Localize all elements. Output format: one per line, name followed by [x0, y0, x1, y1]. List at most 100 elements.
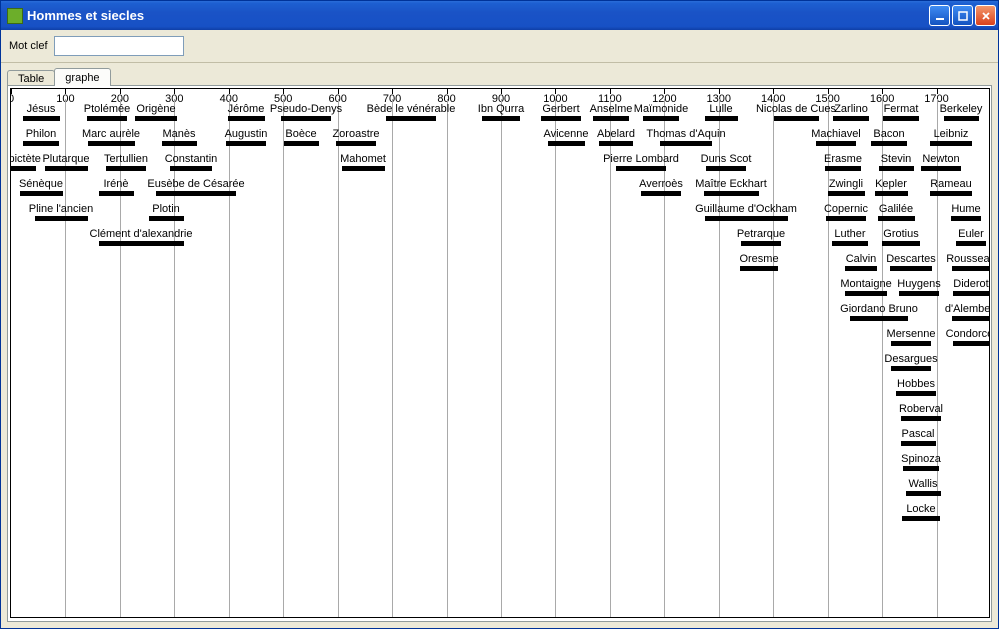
person-item[interactable]: Plotin [146, 203, 186, 221]
person-lifespan-bar [896, 391, 936, 396]
person-item[interactable]: Averroès [635, 178, 687, 196]
person-item[interactable]: Diderot [948, 278, 990, 296]
person-item[interactable]: Bède le vénérable [358, 103, 464, 121]
close-button[interactable] [975, 5, 996, 26]
person-lifespan-bar [741, 241, 781, 246]
person-label: Spinoza [901, 453, 941, 465]
person-item[interactable]: Maître Eckhart [687, 178, 775, 196]
person-lifespan-bar [899, 291, 939, 296]
person-item[interactable]: Spinoza [898, 453, 944, 471]
person-item[interactable]: Thomas d'Aquin [642, 128, 730, 146]
person-item[interactable]: Philon [21, 128, 61, 146]
person-item[interactable]: Duns Scot [697, 153, 755, 171]
person-item[interactable]: Jérôme [226, 103, 266, 121]
person-item[interactable]: Rameau [930, 178, 972, 196]
axis-tick-label: 0 [10, 93, 14, 105]
person-item[interactable]: d'Alembert [939, 303, 990, 321]
person-item[interactable]: Euler [954, 228, 988, 246]
person-lifespan-bar [930, 141, 972, 146]
person-item[interactable]: Sénèque [18, 178, 64, 196]
person-item[interactable]: Maïmonide [632, 103, 690, 121]
minimize-button[interactable] [929, 5, 950, 26]
person-item[interactable]: Hobbes [896, 378, 936, 396]
person-item[interactable]: Abelard [593, 128, 639, 146]
person-item[interactable]: Ibn Qurra [472, 103, 530, 121]
person-item[interactable]: Manès [162, 128, 197, 146]
person-item[interactable]: Anselme [588, 103, 634, 121]
person-lifespan-bar [826, 216, 866, 221]
person-label: Calvin [846, 253, 877, 265]
person-item[interactable]: Eusèbe de Césarée [143, 178, 249, 196]
person-lifespan-bar [336, 141, 376, 146]
person-item[interactable]: Hume [951, 203, 981, 221]
person-label: Lulle [709, 103, 732, 115]
person-item[interactable]: Fermat [881, 103, 921, 121]
person-item[interactable]: Luther [830, 228, 870, 246]
tab-graphe[interactable]: graphe [54, 68, 110, 86]
person-item[interactable]: Machiavel [807, 128, 865, 146]
person-item[interactable]: Zwingli [823, 178, 869, 196]
person-item[interactable]: Irénè [99, 178, 134, 196]
person-lifespan-bar [816, 141, 856, 146]
person-item[interactable]: Oresme [739, 253, 779, 271]
person-item[interactable]: Tertullien [94, 153, 158, 171]
person-item[interactable]: Lulle [704, 103, 738, 121]
person-item[interactable]: Grotius [878, 228, 924, 246]
person-item[interactable]: Galilée [873, 203, 919, 221]
person-item[interactable]: Rousseau [945, 253, 990, 271]
person-item[interactable]: Bacon [871, 128, 907, 146]
keyword-input[interactable] [54, 36, 184, 56]
person-item[interactable]: Copernic [820, 203, 872, 221]
app-icon [7, 8, 23, 24]
person-item[interactable]: Condorcet [942, 328, 990, 346]
person-lifespan-bar [162, 141, 197, 146]
person-item[interactable]: Berkeley [935, 103, 987, 121]
person-item[interactable]: Pseudo-Denys [268, 103, 344, 121]
person-item[interactable]: Mahomet [340, 153, 386, 171]
person-item[interactable]: Stevin [876, 153, 916, 171]
person-label: Rameau [930, 178, 972, 190]
person-item[interactable]: Plutarque [37, 153, 95, 171]
person-label: Tertullien [104, 153, 148, 165]
person-item[interactable]: Montaigne [837, 278, 895, 296]
person-item[interactable]: Pline l'ancien [17, 203, 105, 221]
person-item[interactable]: Roberval [895, 403, 947, 421]
person-lifespan-bar [641, 191, 681, 196]
person-lifespan-bar [953, 341, 989, 346]
person-item[interactable]: Desargues [882, 353, 940, 371]
person-item[interactable]: Newton [921, 153, 961, 171]
person-item[interactable]: Boèce [284, 128, 319, 146]
person-item[interactable]: Clément d'alexandrie [79, 228, 203, 246]
person-item[interactable]: Origène [133, 103, 179, 121]
person-label: Bacon [873, 128, 904, 140]
person-item[interactable]: Augustin [220, 128, 272, 146]
person-item[interactable]: Petrarque [732, 228, 790, 246]
person-lifespan-bar [890, 266, 932, 271]
person-item[interactable]: Marc aurèle [76, 128, 146, 146]
person-item[interactable]: Huygens [896, 278, 942, 296]
person-item[interactable]: Calvin [841, 253, 881, 271]
person-item[interactable]: Pascal [898, 428, 938, 446]
maximize-button[interactable] [952, 5, 973, 26]
person-item[interactable]: Jésus [23, 103, 60, 121]
person-label: Fermat [884, 103, 919, 115]
person-item[interactable]: Constantin [159, 153, 223, 171]
person-item[interactable]: Zoroastre [327, 128, 385, 146]
person-lifespan-bar [20, 191, 63, 196]
person-item[interactable]: Giordano Bruno [835, 303, 923, 321]
person-item[interactable]: Avicenne [540, 128, 592, 146]
person-item[interactable]: Erasme [823, 153, 863, 171]
person-item[interactable]: Leibniz [928, 128, 974, 146]
graph-panel: 0100200300400500600700800900100011001200… [7, 85, 992, 622]
person-label: Desargues [884, 353, 937, 365]
person-item[interactable]: Locke [902, 503, 940, 521]
person-item[interactable]: Pierre Lombard [597, 153, 685, 171]
person-item[interactable]: Zarlino [828, 103, 874, 121]
person-item[interactable]: Guillaume d'Ockham [690, 203, 802, 221]
person-item[interactable]: Wallis [903, 478, 943, 496]
person-item[interactable]: Kepler [871, 178, 911, 196]
person-item[interactable]: Mersenne [885, 328, 937, 346]
person-item[interactable]: Ptolémée [81, 103, 133, 121]
person-item[interactable]: Descartes [882, 253, 940, 271]
person-item[interactable]: Gerbert [538, 103, 584, 121]
